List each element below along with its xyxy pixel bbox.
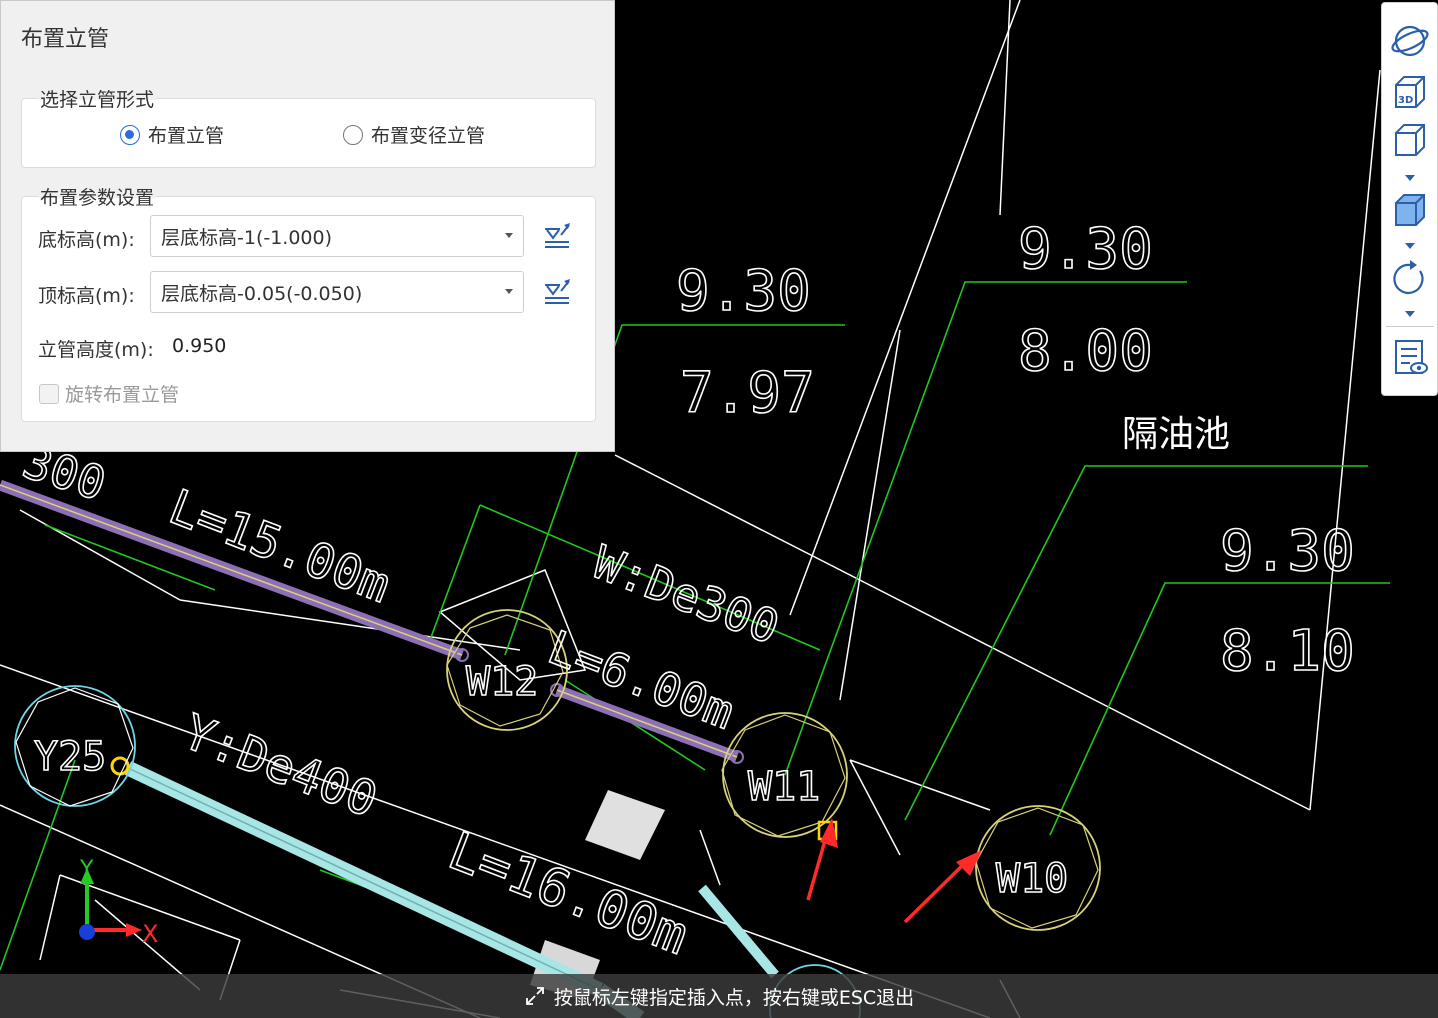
chevron-down-icon[interactable] — [505, 289, 513, 294]
group-title: 布置参数设置 — [38, 183, 157, 210]
top-elev-select[interactable]: 层底标高-0.05(-0.050) — [150, 271, 524, 313]
elev-label: 9.30 — [1220, 519, 1355, 584]
param-settings-group: 布置参数设置 底标高(m): 层底标高-1(-1.000) 顶标高(m): 层底… — [21, 183, 596, 422]
tank-label: 隔油池 — [1122, 414, 1230, 455]
bottom-elev-label: 底标高(m): — [38, 229, 135, 251]
select-value: 层底标高-1(-1.000) — [161, 226, 333, 249]
toolbar-divider — [1386, 326, 1434, 327]
layer-display-icon[interactable] — [1390, 337, 1430, 377]
elev-label: 8.00 — [1018, 319, 1153, 384]
radio-place-reducing-riser[interactable]: 布置变径立管 — [343, 121, 485, 148]
radio-indicator[interactable] — [343, 124, 363, 145]
group-title: 选择立管形式 — [38, 85, 157, 112]
pick-elevation-icon[interactable] — [542, 221, 572, 251]
node-label: W11 — [748, 764, 820, 810]
elev-label: 8.10 — [1220, 619, 1355, 684]
chevron-down-icon[interactable] — [1405, 243, 1415, 249]
orbit-icon[interactable] — [1390, 21, 1430, 61]
chevron-down-icon[interactable] — [505, 233, 513, 238]
top-elev-label: 顶标高(m): — [38, 285, 135, 307]
riser-height-value: 0.950 — [172, 335, 227, 357]
chevron-down-icon[interactable] — [1405, 175, 1415, 181]
radio-label: 布置立管 — [148, 125, 225, 147]
pipe-w-de300[interactable] — [0, 479, 744, 764]
box-view-icon[interactable] — [1390, 121, 1430, 161]
pipe-length-label: L=15.00m — [162, 479, 398, 614]
annotation-arrows — [806, 818, 982, 924]
riser-form-group: 选择立管形式 布置立管 布置变径立管 — [21, 85, 596, 168]
checkbox-label: 旋转布置立管 — [65, 384, 180, 406]
select-value: 层底标高-0.05(-0.050) — [161, 282, 363, 305]
elev-label: 9.30 — [1018, 217, 1153, 282]
view-3d-icon[interactable]: 3D — [1390, 73, 1430, 113]
status-message: 按鼠标左键指定插入点，按右键或ESC退出 — [553, 986, 915, 1009]
panel-title: 布置立管 — [21, 27, 110, 52]
wall-block — [585, 790, 665, 860]
node-label: Y25 — [34, 734, 106, 780]
view-toolbar: 3D — [1381, 2, 1438, 396]
axis-y-label: Y — [79, 857, 94, 882]
rotate-riser-checkbox[interactable]: 旋转布置立管 — [39, 380, 179, 407]
radio-place-riser[interactable]: 布置立管 — [120, 121, 224, 148]
pipe-length-label: L=16.00m — [440, 821, 695, 967]
chevron-down-icon[interactable] — [1405, 311, 1415, 317]
elev-label: 7.97 — [680, 361, 815, 426]
bottom-elev-select[interactable]: 层底标高-1(-1.000) — [150, 215, 524, 257]
solid-view-icon[interactable] — [1390, 191, 1430, 231]
elev-label: 9.30 — [676, 259, 811, 324]
node-label: W12 — [466, 659, 538, 705]
radio-indicator[interactable] — [120, 124, 140, 145]
rotate-icon[interactable] — [1390, 259, 1430, 299]
pipe-spec-label: W:De300 — [586, 535, 786, 655]
riser-placement-panel: 布置立管 选择立管形式 布置立管 布置变径立管 布置参数设置 底标高(m): 层… — [0, 0, 615, 452]
axis-x-label: X — [142, 920, 158, 948]
node-label: W10 — [996, 856, 1068, 902]
riser-height-label: 立管高度(m): — [38, 339, 154, 361]
cad-viewport[interactable]: 9.30 7.97 9.30 8.00 隔油池 9.30 8.10 L=15.0… — [0, 0, 1438, 1018]
pick-elevation-icon[interactable] — [542, 277, 572, 307]
insert-cursor-icon — [525, 987, 544, 1005]
svg-text:3D: 3D — [1398, 95, 1413, 106]
checkbox-box[interactable] — [39, 383, 59, 404]
radio-label: 布置变径立管 — [371, 125, 486, 147]
command-prompt-bar: 按鼠标左键指定插入点，按右键或ESC退出 — [0, 974, 1438, 1018]
